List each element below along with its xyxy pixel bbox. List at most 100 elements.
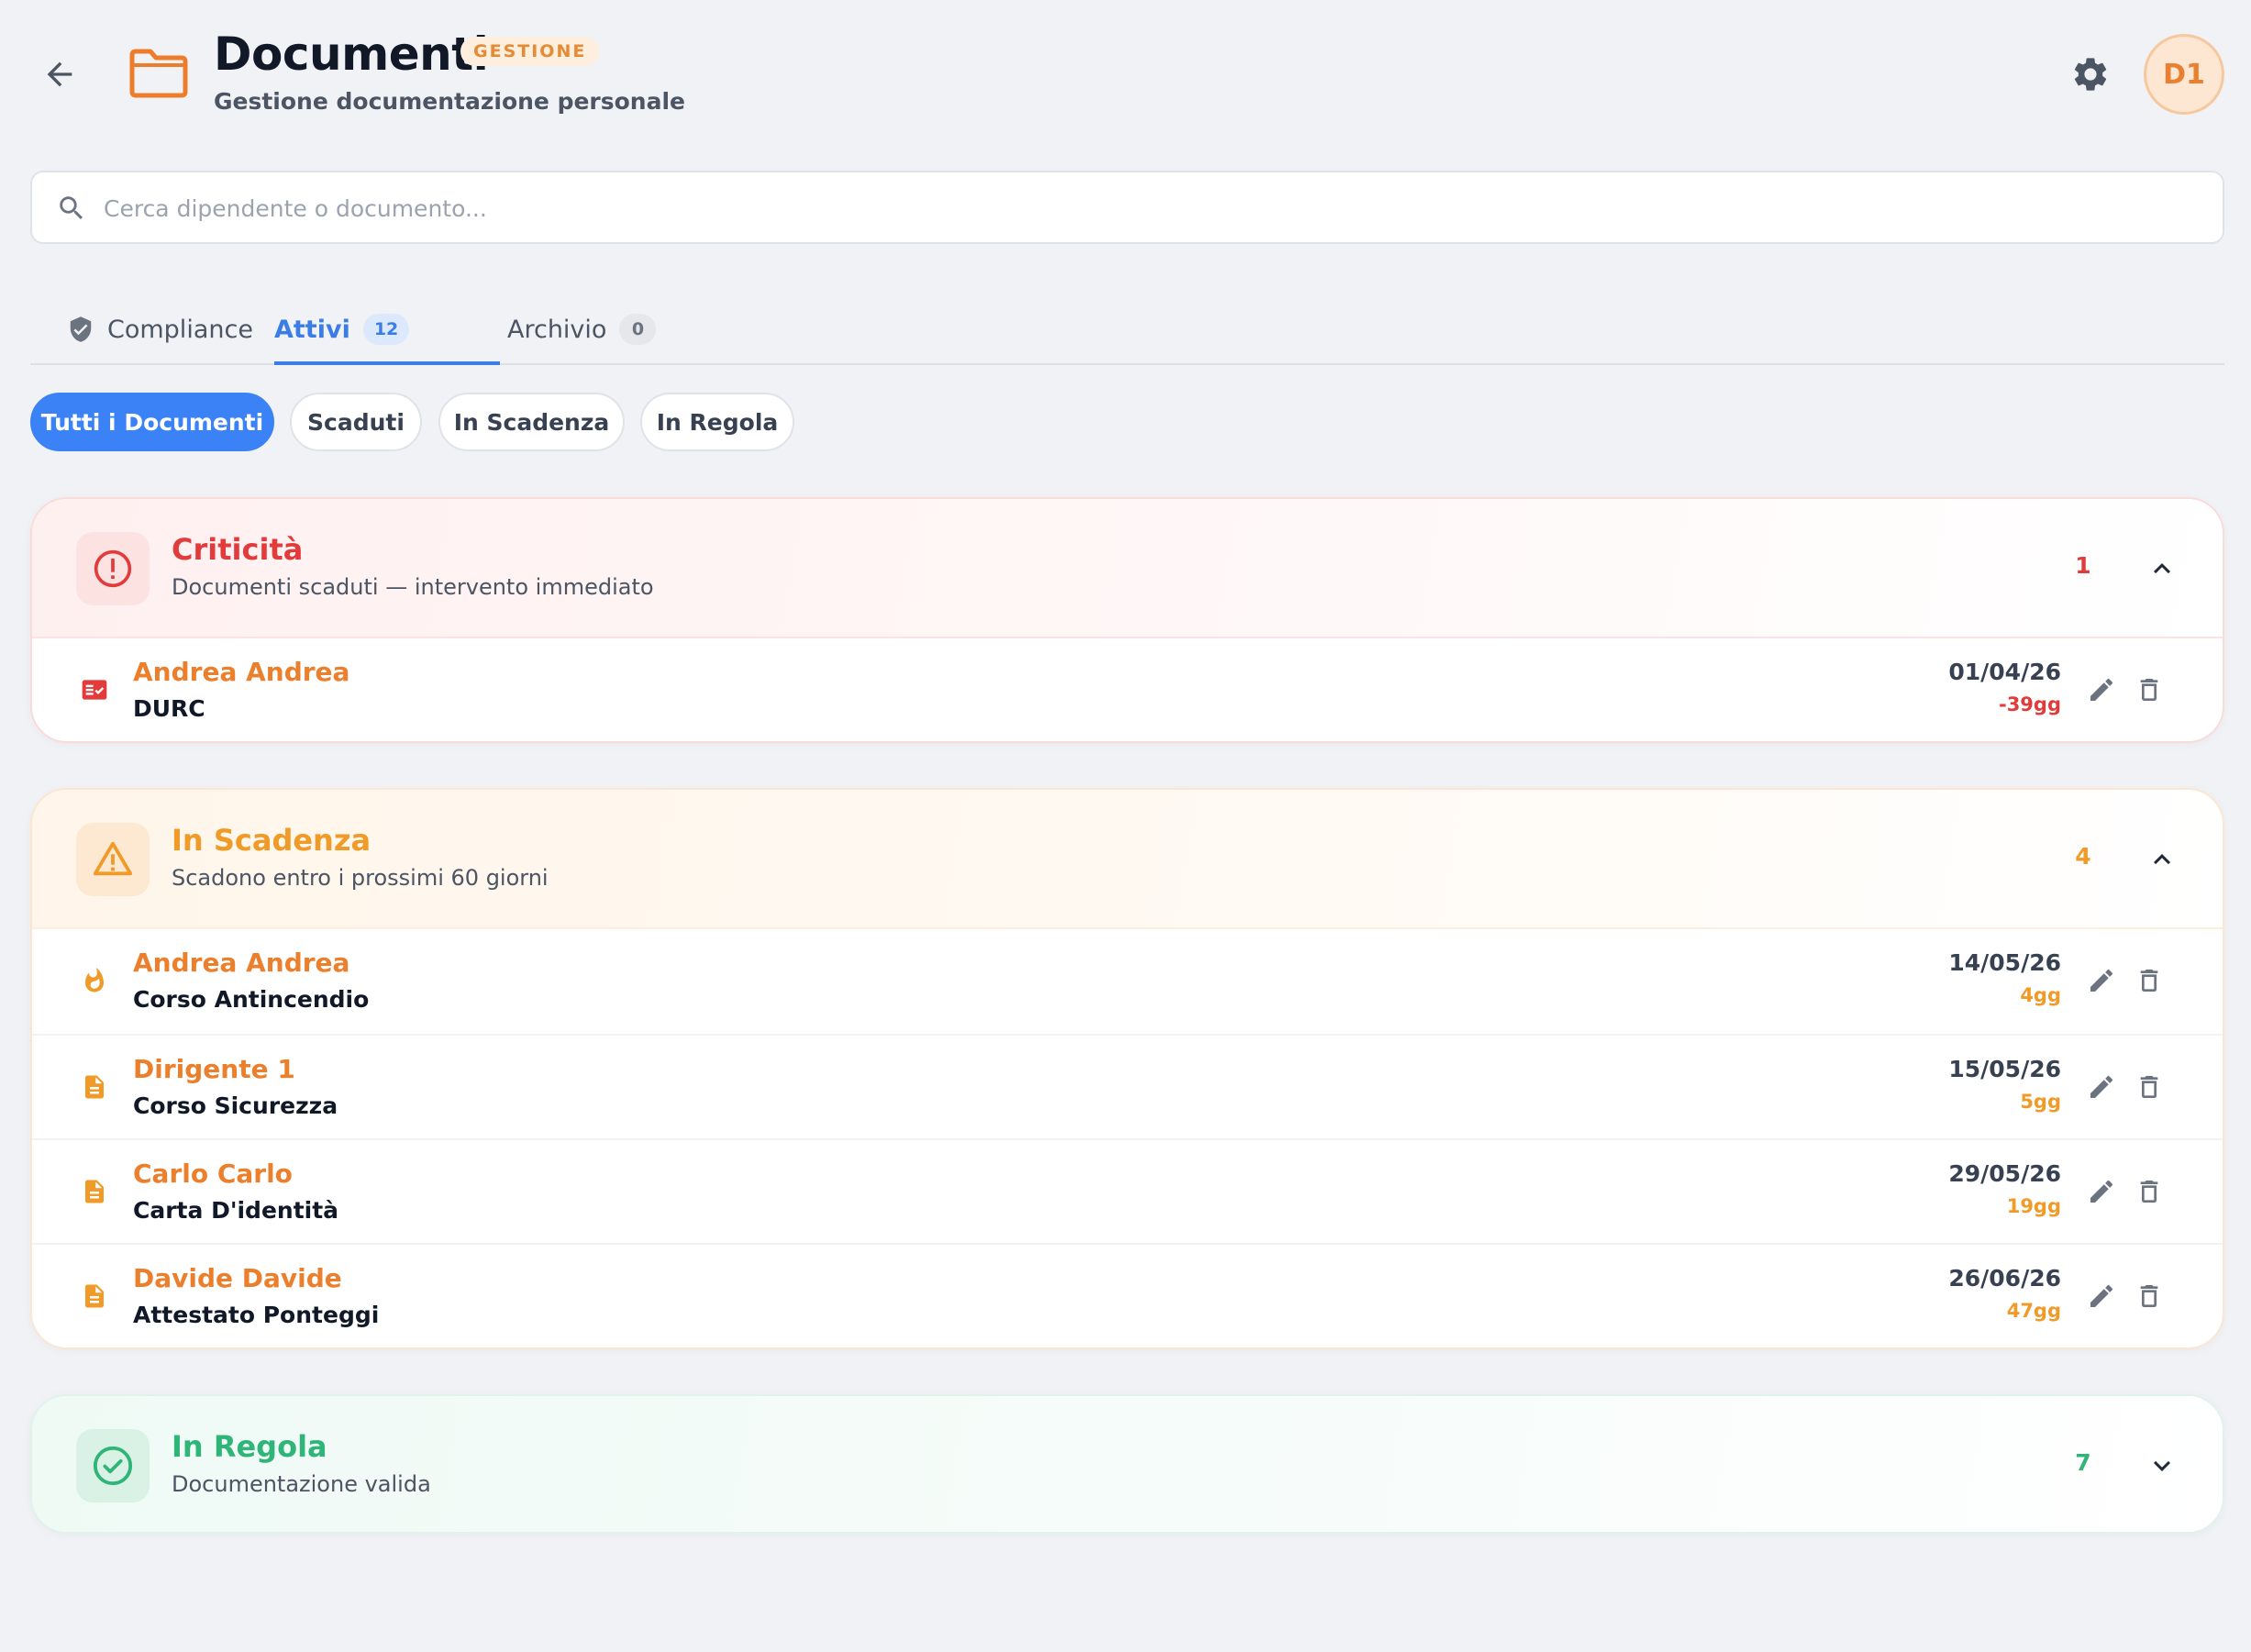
document-name: Attestato Ponteggi — [133, 1302, 380, 1328]
edit-button[interactable] — [2083, 671, 2120, 708]
section-icon-box — [76, 1429, 150, 1502]
avatar[interactable]: D1 — [2144, 34, 2224, 115]
gear-icon — [2074, 58, 2107, 91]
chevron-up-icon — [2154, 854, 2170, 865]
section-title: In Regola — [172, 1429, 327, 1464]
expiry-date: 29/05/26 — [1948, 1160, 2061, 1187]
section-header[interactable]: Criticità Documenti scaduti — intervento… — [32, 499, 2223, 638]
delete-button[interactable] — [2131, 1173, 2168, 1210]
employee-name-link[interactable]: Andrea Andrea — [133, 657, 349, 687]
tab-count-badge: 0 — [619, 314, 657, 345]
pencil-icon — [2090, 678, 2113, 701]
trash-icon — [2140, 1181, 2158, 1203]
table-row[interactable]: Davide Davide Attestato Ponteggi 26/06/2… — [32, 1243, 2223, 1347]
folder-icon — [129, 49, 188, 98]
filter-expired[interactable]: Scaduti — [290, 393, 422, 451]
checklist-icon — [82, 680, 107, 700]
days-remaining: 47gg — [2006, 1300, 2061, 1322]
tab-label: Attivi — [274, 315, 350, 344]
edit-button[interactable] — [2083, 1069, 2120, 1105]
collapse-button[interactable] — [2142, 839, 2182, 880]
collapse-button[interactable] — [2142, 549, 2182, 589]
tab-attivi[interactable]: Attivi 12 — [274, 294, 410, 365]
days-remaining: 19gg — [2006, 1195, 2061, 1217]
expiring-section: In Scadenza Scadono entro i prossimi 60 … — [30, 788, 2224, 1349]
employee-name-link[interactable]: Andrea Andrea — [133, 948, 349, 978]
expand-button[interactable] — [2142, 1446, 2182, 1486]
days-remaining: 4gg — [2020, 984, 2061, 1006]
tab-count-badge: 12 — [362, 314, 410, 345]
delete-button[interactable] — [2131, 1278, 2168, 1314]
table-row[interactable]: Andrea Andrea DURC 01/04/26 -39gg — [32, 638, 2223, 741]
section-count: 4 — [2075, 843, 2091, 870]
fire-icon — [85, 967, 104, 992]
trash-icon — [2140, 1285, 2158, 1307]
employee-name-link[interactable]: Dirigente 1 — [133, 1054, 295, 1084]
filter-valid[interactable]: In Regola — [640, 393, 794, 451]
pencil-icon — [2090, 1284, 2113, 1307]
tab-archivio[interactable]: Archivio 0 — [507, 294, 657, 365]
expiry-date: 01/04/26 — [1948, 659, 2061, 685]
table-row[interactable]: Andrea Andrea Corso Antincendio 14/05/26… — [32, 929, 2223, 1034]
search-input[interactable] — [104, 185, 2195, 231]
section-subtitle: Documentazione valida — [172, 1471, 431, 1497]
active-tab-indicator — [274, 361, 500, 365]
tab-compliance[interactable]: Compliance — [67, 294, 253, 365]
edit-button[interactable] — [2083, 1173, 2120, 1210]
employee-name-link[interactable]: Davide Davide — [133, 1263, 342, 1293]
page-header: Documenti GESTIONE Gestione documentazio… — [0, 0, 2251, 156]
section-header[interactable]: In Regola Documentazione valida 7 — [32, 1396, 2223, 1532]
search-icon — [60, 196, 83, 220]
section-title: Criticità — [172, 532, 304, 567]
expiry-date: 15/05/26 — [1948, 1056, 2061, 1082]
arrow-left-icon — [47, 61, 72, 87]
document-name: Corso Sicurezza — [133, 1092, 338, 1119]
delete-button[interactable] — [2131, 1069, 2168, 1105]
tab-bar: Compliance Attivi 12 Archivio 0 — [30, 294, 2224, 365]
document-name: DURC — [133, 695, 205, 722]
row-icon — [76, 671, 113, 708]
tab-label: Archivio — [507, 315, 607, 344]
filter-expiring[interactable]: In Scadenza — [438, 393, 625, 451]
filter-all-documents[interactable]: Tutti i Documenti — [30, 393, 274, 451]
days-remaining: 5gg — [2020, 1091, 2061, 1113]
expiry-date: 26/06/26 — [1948, 1265, 2061, 1292]
row-icon — [76, 1069, 113, 1105]
valid-section: In Regola Documentazione valida 7 — [30, 1394, 2224, 1534]
employee-name-link[interactable]: Carlo Carlo — [133, 1159, 293, 1189]
back-button[interactable] — [37, 51, 83, 97]
section-badge: GESTIONE — [460, 37, 600, 66]
trash-icon — [2140, 679, 2158, 701]
trash-icon — [2140, 970, 2158, 992]
section-count: 7 — [2075, 1449, 2091, 1476]
section-header[interactable]: In Scadenza Scadono entro i prossimi 60 … — [32, 790, 2223, 929]
document-name: Carta D'identità — [133, 1197, 339, 1224]
row-icon — [76, 1278, 113, 1314]
page-subtitle: Gestione documentazione personale — [214, 88, 686, 115]
table-row[interactable]: Dirigente 1 Corso Sicurezza 15/05/26 5gg — [32, 1034, 2223, 1138]
document-name: Corso Antincendio — [133, 986, 370, 1013]
document-icon — [85, 1180, 104, 1203]
search-bar — [30, 171, 2224, 244]
pencil-icon — [2090, 1180, 2113, 1203]
tab-label: Compliance — [107, 315, 253, 344]
row-icon — [76, 962, 113, 999]
warning-triangle-icon — [93, 841, 133, 876]
section-count: 1 — [2075, 552, 2091, 579]
delete-button[interactable] — [2131, 671, 2168, 708]
section-icon-box — [76, 532, 150, 605]
days-remaining: -39gg — [1998, 693, 2061, 715]
section-subtitle: Documenti scaduti — intervento immediato — [172, 574, 654, 600]
page-title: Documenti — [214, 28, 489, 81]
document-icon — [85, 1075, 104, 1099]
table-row[interactable]: Carlo Carlo Carta D'identità 29/05/26 19… — [32, 1138, 2223, 1243]
settings-button[interactable] — [2068, 51, 2113, 97]
document-icon — [85, 1284, 104, 1308]
delete-button[interactable] — [2131, 962, 2168, 999]
trash-icon — [2140, 1076, 2158, 1098]
edit-button[interactable] — [2083, 1278, 2120, 1314]
expiry-date: 14/05/26 — [1948, 949, 2061, 976]
chevron-down-icon — [2154, 1460, 2170, 1471]
critical-section: Criticità Documenti scaduti — intervento… — [30, 497, 2224, 743]
edit-button[interactable] — [2083, 962, 2120, 999]
